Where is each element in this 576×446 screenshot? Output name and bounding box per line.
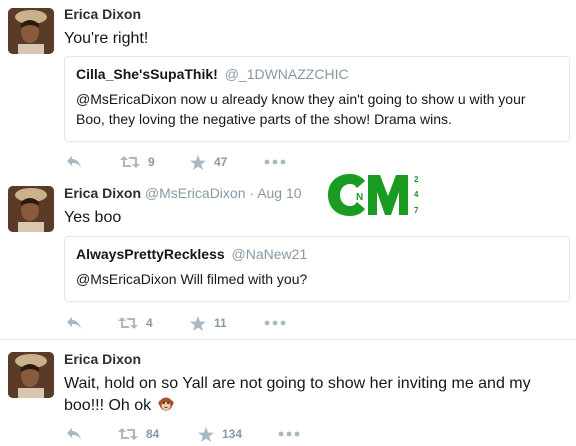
reply-icon (67, 428, 81, 440)
more-dots-icon (264, 159, 286, 165)
tweet-timestamp[interactable]: Aug 10 (257, 185, 301, 201)
retweet-count: 4 (146, 316, 153, 330)
avatar-image (8, 352, 54, 398)
retweet-icon (120, 156, 140, 168)
avatar[interactable] (8, 352, 54, 398)
cm-logo-digit-3: 7 (414, 206, 419, 215)
like-count: 11 (214, 316, 227, 330)
author-name[interactable]: Erica Dixon (64, 351, 141, 367)
avatar-image (8, 8, 54, 54)
star-icon (190, 315, 206, 331)
reply-button[interactable] (66, 313, 82, 333)
retweet-icon (118, 428, 138, 440)
tweet-text-content: Wait, hold on so Yall are not going to s… (64, 375, 531, 414)
avatar[interactable] (8, 186, 54, 232)
quoted-tweet[interactable]: AlwaysPrettyReckless @NaNew21 @MsEricaDi… (64, 236, 570, 302)
reply-button[interactable] (66, 424, 82, 444)
tweet-actions: 9 47 (64, 152, 324, 172)
quoted-tweet-text: @MsEricaDixon now u already know they ai… (76, 91, 526, 127)
like-button[interactable]: 47 (190, 152, 227, 172)
avatar[interactable] (8, 8, 54, 54)
cm247-watermark-logo: N 2 4 7 (326, 170, 434, 220)
quoted-tweet-text: @MsEricaDixon Will filmed with you? (76, 271, 308, 287)
star-icon (190, 154, 206, 170)
quoted-tweet[interactable]: Cilla_She'sSupaThik! @_1DWNAZZCHIC @MsEr… (64, 56, 570, 142)
retweet-button[interactable]: 9 (120, 152, 155, 172)
quoted-author-name: Cilla_She'sSupaThik! (76, 66, 218, 82)
retweet-button[interactable]: 84 (118, 424, 159, 444)
tweet-text: Yes boo (64, 209, 122, 226)
separator-dot: · (249, 185, 255, 201)
like-count: 47 (214, 155, 228, 169)
more-dots-icon (278, 431, 300, 437)
retweet-count: 9 (148, 155, 155, 169)
retweet-count: 84 (146, 427, 160, 441)
like-button[interactable]: 134 (198, 424, 242, 444)
reply-icon (67, 317, 81, 329)
retweet-icon (118, 317, 138, 329)
reply-icon (67, 156, 81, 168)
retweet-button[interactable]: 4 (118, 313, 153, 333)
author-name[interactable]: Erica Dixon (64, 6, 141, 22)
tweet-actions: 84 134 (64, 424, 324, 444)
author-handle[interactable]: @MsEricaDixon (145, 185, 246, 201)
monkey-face-emoji-icon (158, 396, 174, 412)
more-dots-icon (264, 320, 286, 326)
star-icon (198, 426, 214, 442)
tweet-text: You're right! (64, 30, 149, 47)
author-name[interactable]: Erica Dixon (64, 185, 141, 201)
quoted-author-handle: @_1DWNAZZCHIC (224, 66, 349, 82)
more-button[interactable] (278, 424, 300, 444)
more-button[interactable] (264, 152, 286, 172)
quoted-author-handle: @NaNew21 (231, 246, 308, 262)
reply-button[interactable] (66, 152, 82, 172)
cm-logo-digit-2: 4 (414, 190, 419, 199)
like-button[interactable]: 11 (190, 313, 227, 333)
cm-logo-digit-1: 2 (414, 175, 419, 184)
tweet-actions: 4 11 (64, 313, 324, 333)
tweet-divider (0, 339, 576, 340)
quoted-author-name: AlwaysPrettyReckless (76, 246, 225, 262)
cm-logo-inner-letter: N (356, 192, 363, 203)
like-count: 134 (222, 427, 243, 441)
avatar-image (8, 186, 54, 232)
more-button[interactable] (264, 313, 286, 333)
tweet-text: Wait, hold on so Yall are not going to s… (64, 373, 564, 417)
